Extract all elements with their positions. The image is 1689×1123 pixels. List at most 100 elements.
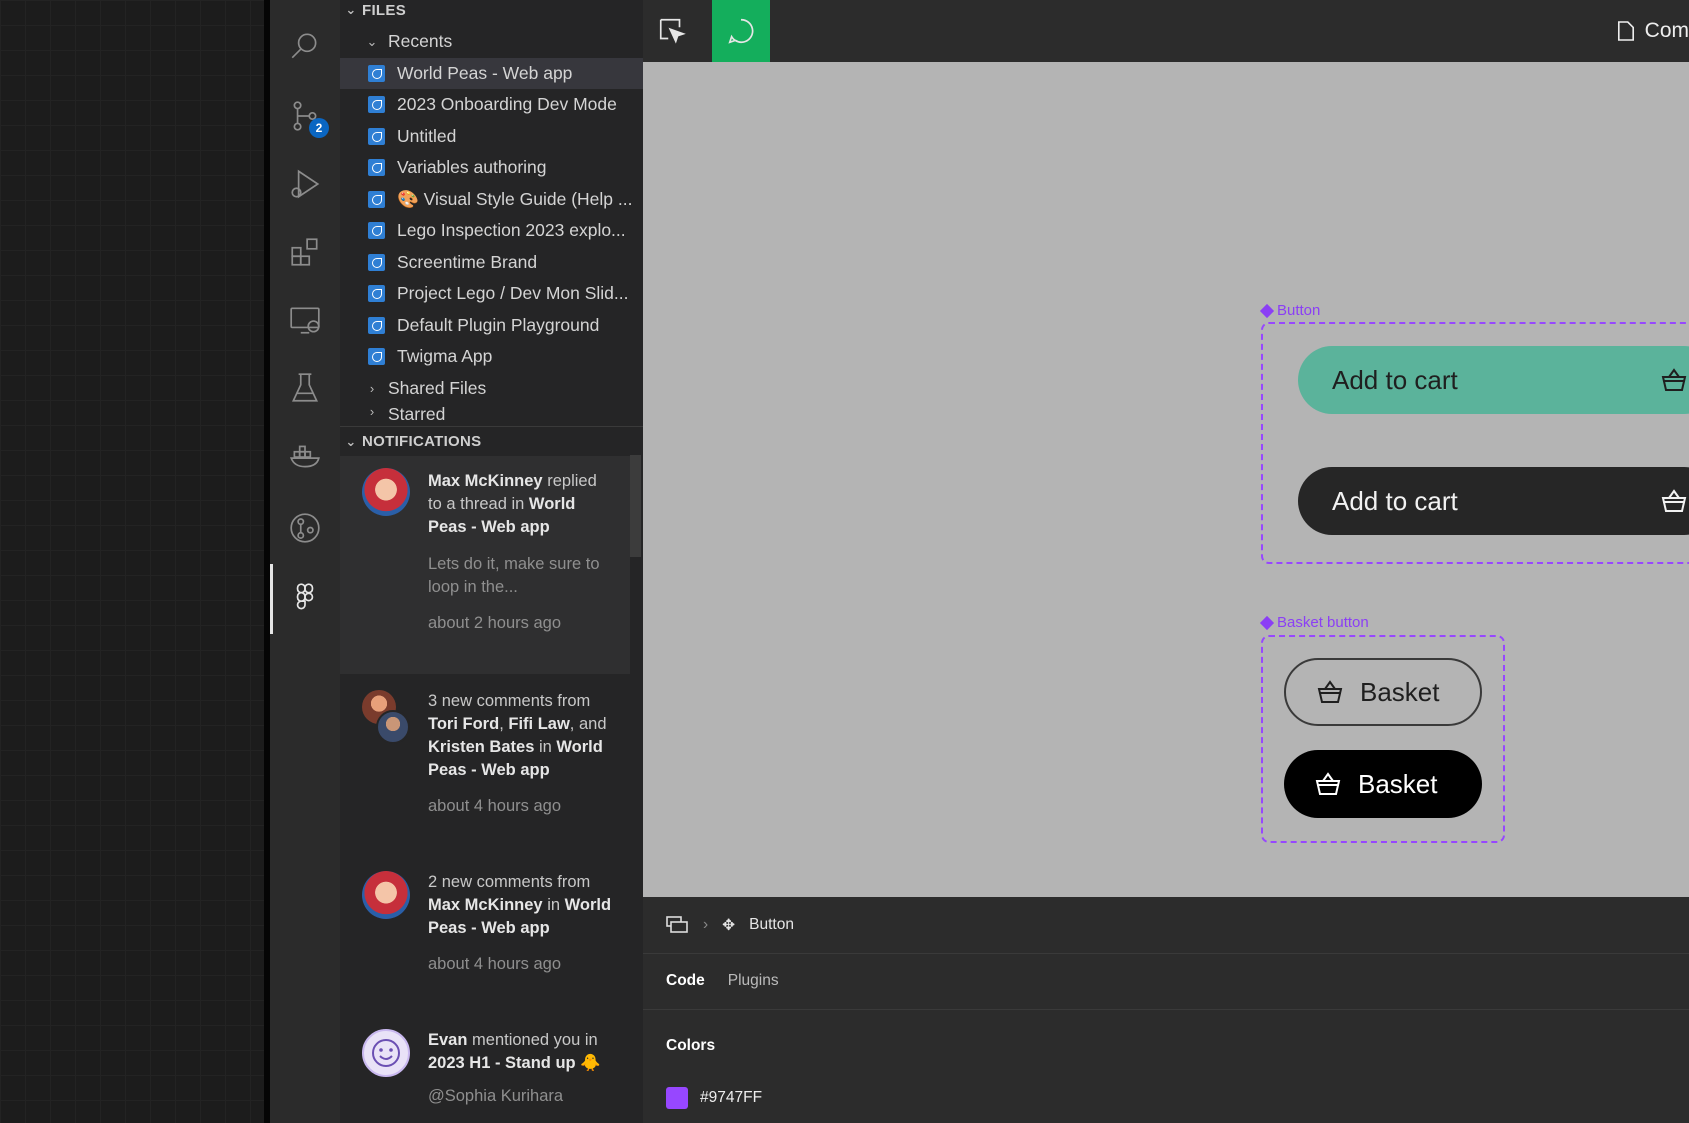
file-indicator[interactable]: Com	[1617, 0, 1689, 62]
recent-file-item[interactable]: World Peas - Web app	[340, 58, 643, 89]
chevron-right-icon: ›	[369, 404, 375, 419]
notifications-list: Max McKinney replied to a thread in Worl…	[340, 456, 643, 1123]
basket-icon	[1661, 368, 1687, 391]
file-name: 2023 Onboarding Dev Mode	[397, 94, 617, 114]
top-toolbar: Com	[643, 0, 1689, 62]
file-name: Project Lego / Dev Mon Slid...	[397, 283, 629, 303]
recent-file-item[interactable]: 🎨 Visual Style Guide (Help ...	[340, 184, 643, 215]
recent-file-item[interactable]: Project Lego / Dev Mon Slid...	[340, 278, 643, 309]
recent-file-item[interactable]: Screentime Brand	[340, 247, 643, 278]
notif-separator: ,	[499, 715, 504, 733]
docker-icon[interactable]	[285, 436, 325, 476]
starred-folder[interactable]: › Starred	[340, 404, 643, 422]
files-section-header[interactable]: ⌄ FILES	[340, 0, 643, 22]
component-label[interactable]: Button	[1259, 302, 1321, 319]
inspector-tabs: Code Plugins	[666, 953, 779, 1009]
chevron-down-icon: ⌄	[366, 33, 378, 49]
extensions-icon[interactable]	[285, 232, 325, 272]
button-label: Add to cart	[1332, 485, 1458, 516]
breadcrumb-item[interactable]: Button	[749, 916, 794, 934]
shared-files-label: Shared Files	[388, 378, 487, 398]
component-icon	[1259, 303, 1275, 318]
file-indicator-label: Com	[1644, 19, 1689, 42]
avatar-smiley-icon	[362, 1029, 410, 1077]
add-to-cart-dark-button[interactable]: Add to cart	[1298, 467, 1689, 535]
scrollbar-thumb[interactable]	[630, 455, 641, 557]
scm-badge: 2	[309, 118, 329, 138]
starred-label: Starred	[388, 404, 446, 422]
component-name: Button	[1277, 302, 1321, 319]
figma-file-icon	[368, 191, 385, 208]
run-debug-icon[interactable]	[285, 164, 325, 204]
breadcrumb: › ✥ Button	[665, 897, 794, 953]
file-name: 🎨 Visual Style Guide (Help ...	[397, 189, 633, 209]
component-name: Basket button	[1277, 614, 1369, 631]
layers-icon	[666, 916, 688, 933]
notif-person: Fifi Law	[508, 715, 570, 733]
notification-item[interactable]: 3 new comments from Tori Ford, Fifi Law,…	[340, 690, 630, 818]
select-tool-icon[interactable]	[643, 0, 701, 62]
notification-item[interactable]: Evan mentioned you in 2023 H1 - Stand up…	[340, 1029, 630, 1108]
basket-icon	[1317, 680, 1343, 703]
vscode-figma-window: 2 ⌄ FILES ⌄ Recents World Peas - Web app…	[0, 0, 1689, 1123]
recent-file-item[interactable]: Twigma App	[340, 341, 643, 372]
git-graph-icon[interactable]	[285, 508, 325, 548]
component-label[interactable]: Basket button	[1259, 614, 1369, 631]
design-canvas[interactable]: Button Add to cart Add to cart Basket bu…	[643, 62, 1689, 897]
figma-file-icon	[368, 65, 385, 82]
color-swatch	[666, 1087, 688, 1109]
avatar	[362, 871, 410, 919]
recent-file-item[interactable]: Variables authoring	[340, 152, 643, 183]
notification-item[interactable]: Max McKinney replied to a thread in Worl…	[340, 456, 630, 674]
figma-file-icon	[368, 348, 385, 365]
file-name: Screentime Brand	[397, 252, 538, 272]
tab-plugins[interactable]: Plugins	[728, 972, 779, 990]
chevron-down-icon: ⌄	[345, 433, 357, 449]
recent-file-item[interactable]: 2023 Onboarding Dev Mode	[340, 89, 643, 120]
basket-outline-button[interactable]: Basket	[1284, 658, 1482, 726]
basket-icon	[1661, 489, 1687, 512]
figma-file-icon	[368, 254, 385, 271]
recent-file-item[interactable]: Untitled	[340, 121, 643, 152]
files-section-title: FILES	[362, 1, 407, 19]
source-control-icon[interactable]: 2	[285, 96, 329, 138]
notif-person: Max McKinney	[428, 896, 543, 914]
notifications-section-header[interactable]: ⌄ NOTIFICATIONS	[340, 426, 643, 456]
file-name: Default Plugin Playground	[397, 315, 600, 335]
chevron-right-icon: ›	[703, 916, 709, 933]
remote-explorer-icon[interactable]	[285, 300, 325, 340]
figma-file-icon	[368, 317, 385, 334]
colors-heading: Colors	[666, 1037, 716, 1054]
shared-files-folder[interactable]: › Shared Files	[340, 373, 643, 404]
file-name: World Peas - Web app	[397, 63, 573, 83]
figma-icon[interactable]	[285, 578, 325, 618]
basket-filled-button[interactable]: Basket	[1284, 750, 1482, 818]
notif-text: mentioned you in	[472, 1031, 598, 1049]
color-swatch-row[interactable]: #9747FF	[666, 1087, 762, 1109]
background-pane	[0, 0, 264, 1123]
comment-tool-icon[interactable]	[712, 0, 770, 62]
notif-time: about 4 hours ago	[428, 955, 562, 973]
file-name: Untitled	[397, 126, 457, 146]
search-icon[interactable]	[285, 26, 325, 66]
add-to-cart-primary-button[interactable]: Add to cart	[1298, 346, 1689, 414]
button-label: Basket	[1358, 768, 1438, 799]
notif-text: 3 new comments from	[428, 692, 591, 710]
button-label: Basket	[1360, 676, 1440, 707]
figma-file-icon	[368, 159, 385, 176]
recent-file-item[interactable]: Lego Inspection 2023 explo...	[340, 215, 643, 246]
notif-time: about 4 hours ago	[428, 797, 562, 815]
notification-item[interactable]: 2 new comments from Max McKinney in Worl…	[340, 871, 630, 976]
recents-folder[interactable]: ⌄ Recents	[340, 26, 643, 57]
figma-file-icon	[368, 222, 385, 239]
figma-file-icon	[368, 285, 385, 302]
tab-code[interactable]: Code	[666, 972, 705, 990]
recent-file-item[interactable]: Default Plugin Playground	[340, 310, 643, 341]
component-icon: ✥	[722, 916, 736, 934]
file-name: Twigma App	[397, 346, 493, 366]
recents-label: Recents	[388, 31, 453, 51]
component-icon	[1259, 615, 1275, 630]
testing-flask-icon[interactable]	[285, 368, 325, 408]
inspector-panel: › ✥ Button Code Plugins Colors #9747FF	[643, 897, 1689, 1123]
divider	[643, 1009, 1689, 1010]
